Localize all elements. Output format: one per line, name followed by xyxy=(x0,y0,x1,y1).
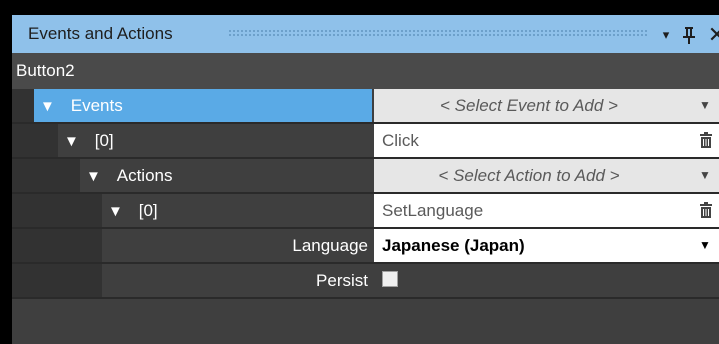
grid-row-language[interactable]: Language Japanese (Japan) ▼ xyxy=(12,229,719,264)
event-0-value[interactable]: Click xyxy=(374,124,719,157)
grid-row-action-0[interactable]: ▼ [0] SetLanguage xyxy=(12,194,719,229)
selected-object-name: Button2 xyxy=(16,61,75,80)
property-grid: ▼ Events < Select Event to Add > ▼ ▼ [0]… xyxy=(12,89,719,344)
grid-row-actions[interactable]: ▼ Actions < Select Action to Add > ▼ xyxy=(12,159,719,194)
collapse-events-icon[interactable]: ▼ xyxy=(40,90,62,123)
panel-title: Events and Actions xyxy=(28,24,173,43)
language-dropdown[interactable]: Japanese (Japan) ▼ xyxy=(374,229,719,262)
delete-action-icon[interactable] xyxy=(699,202,713,219)
collapse-actions-icon[interactable]: ▼ xyxy=(86,160,108,193)
event-name-value: Click xyxy=(382,131,419,150)
grid-row-persist[interactable]: Persist xyxy=(12,264,719,299)
selected-object-header: Button2 xyxy=(12,53,719,89)
row-name-cell: ▼ Events xyxy=(12,89,372,122)
events-and-actions-panel: Events and Actions ▾ ✕ Button2 ▼ Events xyxy=(0,0,719,344)
row-name-cell: Language xyxy=(12,229,372,262)
delete-event-icon[interactable] xyxy=(699,132,713,149)
action-0-label: [0] xyxy=(138,201,158,220)
events-label-container[interactable]: ▼ Events xyxy=(34,89,372,122)
row-name-cell: Persist xyxy=(12,264,372,297)
chevron-down-icon[interactable]: ▼ xyxy=(697,159,713,192)
indent-gutter xyxy=(12,159,80,192)
action-0-value[interactable]: SetLanguage xyxy=(374,194,719,227)
row-name-cell: ▼ Actions xyxy=(12,159,372,192)
select-action-dropdown[interactable]: < Select Action to Add > ▼ xyxy=(374,159,719,192)
chevron-down-icon[interactable]: ▼ xyxy=(697,89,713,122)
persist-value-cell xyxy=(374,264,719,297)
language-label: Language xyxy=(292,236,368,255)
persist-label-container: Persist xyxy=(102,264,368,297)
close-icon[interactable]: ✕ xyxy=(706,24,719,46)
panel-title-bar: Events and Actions ▾ ✕ xyxy=(12,15,719,53)
collapse-event-0-icon[interactable]: ▼ xyxy=(64,125,86,158)
collapse-action-0-icon[interactable]: ▼ xyxy=(108,195,130,228)
indent-gutter xyxy=(12,194,102,227)
chevron-down-icon[interactable]: ▼ xyxy=(697,229,713,262)
drag-grip[interactable] xyxy=(228,29,648,37)
events-label: Events xyxy=(70,96,123,115)
persist-label: Persist xyxy=(316,271,368,290)
panel-menu-dropdown-icon[interactable]: ▾ xyxy=(658,24,674,46)
language-value: Japanese (Japan) xyxy=(382,236,525,255)
indent-gutter xyxy=(12,264,102,297)
grid-row-events[interactable]: ▼ Events < Select Event to Add > ▼ xyxy=(12,89,719,124)
select-action-placeholder: < Select Action to Add > xyxy=(438,166,620,185)
grid-row-event-0[interactable]: ▼ [0] Click xyxy=(12,124,719,159)
row-name-cell: ▼ [0] xyxy=(12,194,372,227)
event-0-label-container[interactable]: ▼ [0] xyxy=(58,124,372,157)
action-0-label-container[interactable]: ▼ [0] xyxy=(102,194,372,227)
select-event-dropdown[interactable]: < Select Event to Add > ▼ xyxy=(374,89,719,122)
language-label-container: Language xyxy=(102,229,368,262)
actions-label: Actions xyxy=(116,166,173,185)
pin-icon[interactable] xyxy=(680,24,698,46)
indent-gutter xyxy=(12,229,102,262)
actions-label-container[interactable]: ▼ Actions xyxy=(80,159,372,192)
action-name-value: SetLanguage xyxy=(382,201,484,220)
indent-gutter xyxy=(12,89,34,122)
persist-checkbox[interactable] xyxy=(382,271,398,287)
indent-gutter xyxy=(12,124,58,157)
event-0-label: [0] xyxy=(94,131,114,150)
select-event-placeholder: < Select Event to Add > xyxy=(440,96,618,115)
row-name-cell: ▼ [0] xyxy=(12,124,372,157)
